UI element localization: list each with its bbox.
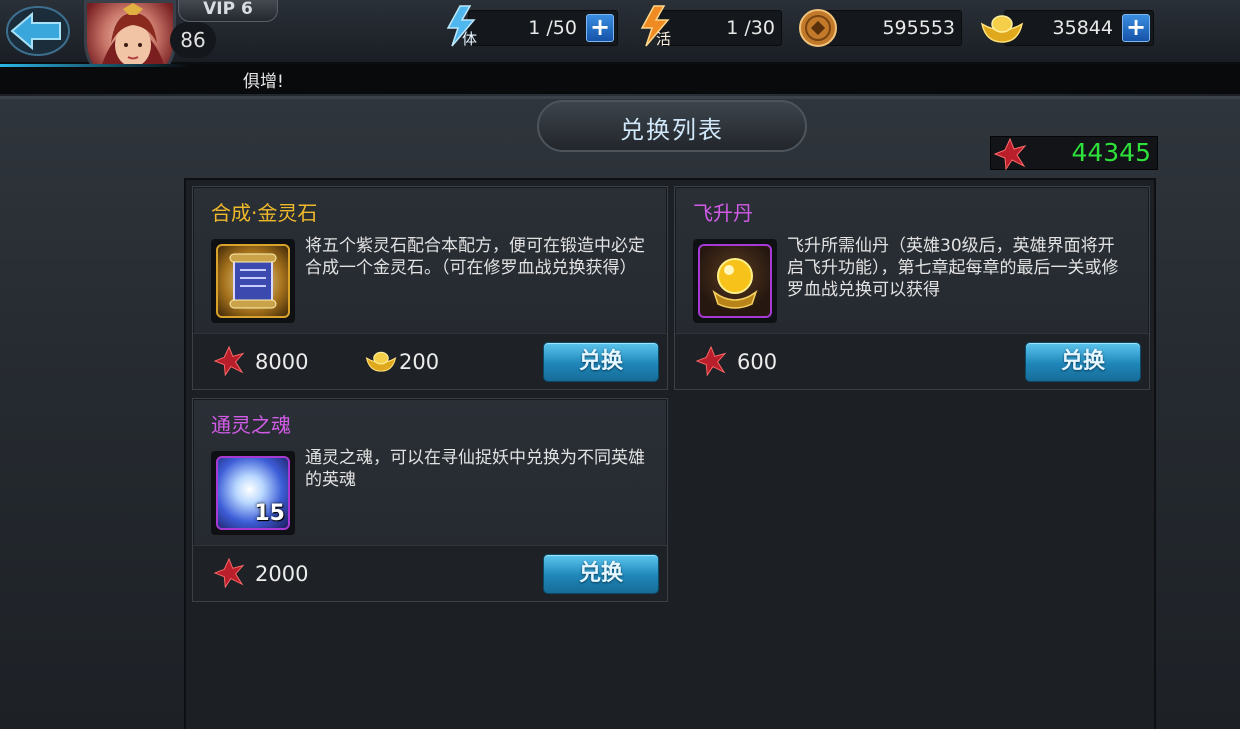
card-footer: 8000 200 兑换 — [193, 333, 667, 389]
blood-currency-display: 44345 — [990, 136, 1158, 171]
exchange-item-card: 飞升丹 飞升所需仙丹（英雄30级后，英雄界面将开启飞升功能），第七章起每章的最后… — [674, 186, 1150, 390]
item-slot[interactable]: 15 — [211, 451, 295, 535]
price-blood: 2000 — [255, 562, 309, 586]
fire-lightning-icon: 活 — [636, 4, 676, 52]
exchange-button[interactable]: 兑换 — [543, 342, 659, 382]
item-description: 飞升所需仙丹（英雄30级后，英雄界面将开启飞升功能），第七章起每章的最后一关或修… — [787, 236, 1119, 300]
lightning-icon: 体 — [442, 4, 482, 52]
item-description: 将五个紫灵石配合本配方，便可在锻造中必定合成一个金灵石。（可在修罗血战兑换获得） — [305, 236, 645, 278]
red-crystal-icon — [213, 345, 245, 380]
item-description: 通灵之魂，可以在寻仙捉妖中兑换为不同英雄的英魂 — [305, 448, 645, 490]
back-arrow-icon[interactable] — [4, 4, 70, 58]
vitality-counter: 1 /30 — [660, 10, 782, 46]
golden-pill-icon — [698, 244, 772, 318]
red-crystal-icon — [695, 345, 727, 380]
gold-counter: 35844 + — [1004, 10, 1154, 46]
stamina-value: 1 /50 — [528, 17, 577, 39]
item-slot[interactable] — [693, 239, 777, 323]
add-gold-button[interactable]: + — [1122, 14, 1150, 42]
ticker-accent — [0, 64, 190, 67]
gold-ingot-icon — [365, 348, 397, 378]
exchange-button[interactable]: 兑换 — [1025, 342, 1141, 382]
item-name: 飞升丹 — [693, 201, 753, 225]
item-stack-count: 15 — [254, 501, 285, 526]
scroll-icon — [216, 244, 290, 318]
vip-badge[interactable]: VIP 6 — [178, 0, 278, 22]
price-blood: 8000 — [255, 350, 309, 374]
add-stamina-button[interactable]: + — [586, 14, 614, 42]
svg-text:体: 体 — [462, 30, 477, 48]
blood-currency-value: 44345 — [1071, 138, 1151, 167]
price-blood: 600 — [737, 350, 778, 374]
svg-text:活: 活 — [656, 30, 671, 48]
card-footer: 600 兑换 — [675, 333, 1149, 389]
item-name: 合成·金灵石 — [211, 201, 318, 225]
player-level: 86 — [170, 22, 216, 58]
coin-value: 595553 — [882, 17, 955, 39]
news-text: 俱增! — [243, 72, 284, 92]
stamina-counter: 1 /50 + — [468, 10, 618, 46]
red-crystal-icon — [213, 557, 245, 592]
exchange-button[interactable]: 兑换 — [543, 554, 659, 594]
price-gold: 200 — [399, 350, 440, 374]
gold-ingot-icon — [980, 10, 1024, 50]
red-crystal-icon — [993, 137, 1027, 174]
copper-coin-icon — [798, 8, 838, 52]
spirit-soul-icon: 15 — [216, 456, 290, 530]
card-footer: 2000 兑换 — [193, 545, 667, 601]
exchange-item-card: 合成·金灵石 将五个紫灵石配合本配方，便可在锻造中必定合成一个金灵石。（可在修罗… — [192, 186, 668, 390]
exchange-item-card: 通灵之魂 15 通灵之魂，可以在寻仙捉妖中兑换为不同英雄的英魂 2000 兑换 — [192, 398, 668, 602]
gold-value: 35844 — [1052, 17, 1113, 39]
vitality-value: 1 /30 — [726, 17, 775, 39]
coin-counter: 595553 — [822, 10, 962, 46]
item-name: 通灵之魂 — [211, 413, 291, 437]
page-title: 兑换列表 — [620, 116, 724, 144]
item-slot[interactable] — [211, 239, 295, 323]
news-ticker — [0, 64, 1240, 94]
